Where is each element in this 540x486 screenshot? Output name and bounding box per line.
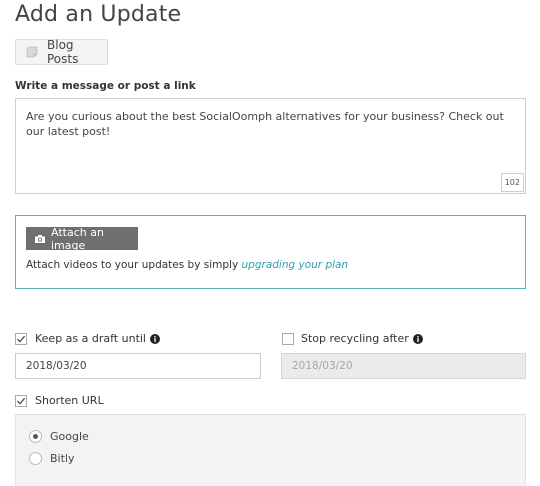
category-button[interactable]: Blog Posts xyxy=(15,38,108,66)
camera-icon xyxy=(34,234,46,244)
attach-videos-note: Attach videos to your updates by simply … xyxy=(26,259,348,271)
message-textarea[interactable]: Are you curious about the best SocialOom… xyxy=(15,98,526,194)
attach-videos-text: Attach videos to your updates by simply xyxy=(26,259,242,271)
stop-recycling-label-text: Stop recycling after xyxy=(301,332,409,345)
note-icon xyxy=(26,46,38,58)
info-icon[interactable] xyxy=(150,333,160,344)
checkmark-icon xyxy=(17,397,26,405)
stop-recycling-label: Stop recycling after xyxy=(301,332,423,345)
message-label: Write a message or post a link xyxy=(15,80,196,92)
category-label: Blog Posts xyxy=(47,38,79,66)
bitly-label: Bitly xyxy=(50,452,75,465)
attach-image-button[interactable]: Attach an image xyxy=(26,225,138,252)
google-radio[interactable] xyxy=(29,430,42,443)
url-shortener-panel: Google Bitly xyxy=(15,414,526,486)
stop-recycling-date-input: 2018/03/20 xyxy=(281,353,526,379)
draft-date-value: 2018/03/20 xyxy=(26,360,87,372)
page-title: Add an Update xyxy=(15,2,182,27)
draft-checkbox[interactable] xyxy=(15,333,27,345)
character-count: 102 xyxy=(500,173,524,192)
google-label: Google xyxy=(50,430,89,443)
checkmark-icon xyxy=(17,335,26,343)
attach-panel: Attach an image Attach videos to your up… xyxy=(15,215,526,289)
upgrade-plan-link[interactable]: upgrading your plan xyxy=(242,259,349,271)
shorten-url-label: Shorten URL xyxy=(35,394,104,407)
shorten-url-checkbox[interactable] xyxy=(15,395,27,407)
stop-recycling-date-value: 2018/03/20 xyxy=(292,360,353,372)
draft-label-text: Keep as a draft until xyxy=(35,332,146,345)
shortener-option-google[interactable]: Google xyxy=(29,430,89,443)
radio-selected-dot xyxy=(33,434,38,439)
shortener-option-bitly[interactable]: Bitly xyxy=(29,452,74,465)
draft-date-input[interactable]: 2018/03/20 xyxy=(15,353,261,379)
stop-recycling-checkbox[interactable] xyxy=(282,333,294,345)
message-text: Are you curious about the best SocialOom… xyxy=(26,110,504,138)
info-icon[interactable] xyxy=(412,333,423,344)
attach-image-label: Attach an image xyxy=(51,225,104,252)
bitly-radio[interactable] xyxy=(29,452,42,465)
draft-label: Keep as a draft until xyxy=(35,332,160,345)
